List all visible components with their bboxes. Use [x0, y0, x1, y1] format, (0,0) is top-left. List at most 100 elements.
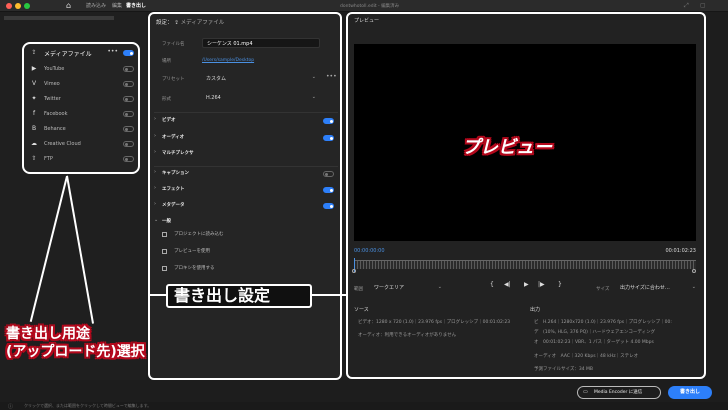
format-value: H.264	[206, 95, 221, 101]
tab-edit[interactable]: 編集	[112, 2, 122, 9]
checkbox-icon[interactable]	[162, 232, 167, 237]
checkbox-icon[interactable]	[162, 249, 167, 254]
tab-import[interactable]: 読み込み	[86, 2, 106, 9]
out-point-handle[interactable]	[692, 269, 696, 273]
range-dropdown[interactable]: ワークエリア ⌄	[370, 282, 446, 293]
ftp-toggle[interactable]	[123, 156, 134, 162]
mark-in-icon[interactable]: {	[490, 281, 494, 288]
current-timecode[interactable]: 00:00:00:00	[354, 248, 385, 254]
status-text: クリックで選択、または範囲をクリックして時間ビューで編集します。	[24, 403, 152, 408]
checkbox-use-previews[interactable]: プレビューを使用	[162, 248, 322, 257]
chevron-down-icon: ⌄	[691, 284, 696, 290]
section-multiplexer[interactable]: › マルチプレクサ	[154, 149, 338, 159]
info-icon: ⓘ	[8, 404, 14, 410]
filename-label: ファイル名	[162, 42, 185, 47]
destination-youtube[interactable]: ▶ YouTube	[30, 64, 136, 76]
audio-toggle[interactable]	[323, 135, 334, 141]
panel-header-bar	[4, 16, 114, 20]
section-captions[interactable]: › キャプション	[154, 169, 338, 179]
checkbox-label: プロジェクトに読み込む	[174, 232, 224, 237]
chevron-right-icon: ›	[154, 185, 156, 191]
destination-label: Behance	[44, 126, 66, 132]
behance-toggle[interactable]	[123, 126, 134, 132]
checkbox-icon[interactable]	[162, 266, 167, 271]
settings-annotation: 書き出し設定	[166, 284, 312, 308]
media-encoder-icon: ▭	[583, 389, 588, 395]
section-audio[interactable]: › オーディオ	[154, 133, 338, 143]
timeline-scrubber[interactable]	[354, 260, 696, 269]
source-video-info: ビデオ：1280 x 720 (1.0)｜23.976 fps｜プログレッシブ｜…	[358, 320, 511, 325]
export-settings-panel: 設定： ⇪ メディアファイル ファイル名 シーケンス 01.mp4 場所 /Us…	[148, 12, 342, 380]
fullscreen-icon[interactable]: ⤢	[684, 2, 689, 10]
in-point-handle[interactable]	[352, 269, 356, 273]
youtube-toggle[interactable]	[123, 66, 134, 72]
preview-annotation: プレビュー	[462, 137, 552, 158]
more-options-icon[interactable]: •••	[107, 48, 118, 55]
vimeo-icon: V	[31, 80, 37, 87]
annotation-connector	[312, 294, 346, 296]
destination-label: FTP	[44, 156, 53, 162]
duration-timecode: 00:01:02:23	[665, 248, 696, 254]
section-label: エフェクト	[162, 187, 185, 192]
format-dropdown[interactable]: H.264 ⌄	[202, 93, 320, 103]
play-icon[interactable]: ▶	[524, 281, 529, 288]
checkbox-label: プロキシを使用する	[174, 266, 215, 271]
section-video[interactable]: › ビデオ	[154, 116, 338, 126]
minimize-window-button[interactable]	[15, 3, 21, 9]
close-window-button[interactable]	[6, 3, 12, 9]
chevron-down-icon: ⌄	[154, 217, 159, 223]
media-file-toggle[interactable]	[123, 50, 134, 56]
destination-media-file[interactable]: ⇪ メディアファイル •••	[30, 48, 136, 60]
title-bar: ⌂ 読み込み 編集 書き出し dontwhotoll.edit - 編集済み ⤢…	[0, 0, 728, 12]
video-toggle[interactable]	[323, 118, 334, 124]
preview-title: プレビュー	[354, 18, 380, 24]
checkbox-import-into-project[interactable]: プロジェクトに読み込む	[162, 231, 322, 240]
destination-ftp[interactable]: ⇧ FTP	[30, 154, 136, 166]
vimeo-toggle[interactable]	[123, 81, 134, 87]
workspace-icon[interactable]: ▢	[700, 2, 706, 9]
destination-creative-cloud[interactable]: ☁ Creative Cloud	[30, 139, 136, 151]
zoom-window-button[interactable]	[24, 3, 30, 9]
destination-facebook[interactable]: f Facebook	[30, 109, 136, 121]
preset-more-icon[interactable]: •••	[326, 73, 337, 80]
home-icon[interactable]: ⌂	[66, 1, 71, 10]
metadata-toggle[interactable]	[323, 203, 334, 209]
range-value: ワークエリア	[374, 285, 405, 291]
destination-vimeo[interactable]: V Vimeo	[30, 79, 136, 91]
tab-export[interactable]: 書き出し	[126, 2, 146, 9]
divider	[154, 112, 338, 113]
file-export-icon: ⇪	[31, 49, 37, 56]
section-metadata[interactable]: › メタデータ	[154, 201, 338, 211]
destination-twitter[interactable]: ✦ Twitter	[30, 94, 136, 106]
export-button[interactable]: 書き出し	[668, 386, 712, 399]
step-forward-icon[interactable]: |▶	[538, 281, 545, 288]
destination-behance[interactable]: B Behance	[30, 124, 136, 136]
checkbox-use-proxies[interactable]: プロキシを使用する	[162, 265, 322, 274]
captions-toggle[interactable]	[323, 171, 334, 177]
facebook-icon: f	[32, 110, 36, 117]
settings-label: 設定：	[156, 20, 173, 26]
size-value: 出力サイズに合わせ…	[620, 285, 670, 291]
destination-annotation-line2: (アップロード先)選択	[6, 344, 145, 360]
section-effects[interactable]: › エフェクト	[154, 185, 338, 195]
section-label: 一般	[162, 219, 171, 224]
size-dropdown[interactable]: 出力サイズに合わせ… ⌄	[616, 282, 700, 293]
section-label: キャプション	[162, 171, 189, 176]
project-title: dontwhotoll.edit - 編集済み	[340, 4, 400, 9]
format-label: 形式	[162, 97, 171, 102]
effects-toggle[interactable]	[323, 187, 334, 193]
section-label: メタデータ	[162, 203, 185, 208]
location-link[interactable]: /Users/sample/Desktop	[202, 58, 254, 63]
filename-input[interactable]: シーケンス 01.mp4	[202, 38, 320, 48]
facebook-toggle[interactable]	[123, 111, 134, 117]
twitter-toggle[interactable]	[123, 96, 134, 102]
chevron-right-icon: ›	[154, 149, 156, 155]
output-video-info-3: オ 00:01:02:23｜VBR、1 パス｜ターゲット 4.00 Mbps	[534, 340, 654, 345]
youtube-icon: ▶	[31, 65, 37, 72]
creative-cloud-toggle[interactable]	[123, 141, 134, 147]
preset-dropdown[interactable]: カスタム ⌄	[202, 73, 320, 83]
section-general[interactable]: ⌄ 一般	[154, 217, 338, 227]
step-back-icon[interactable]: ◀|	[504, 281, 511, 288]
mark-out-icon[interactable]: }	[558, 281, 562, 288]
send-to-media-encoder-button[interactable]: ▭ Media Encoder に送信	[577, 386, 661, 399]
